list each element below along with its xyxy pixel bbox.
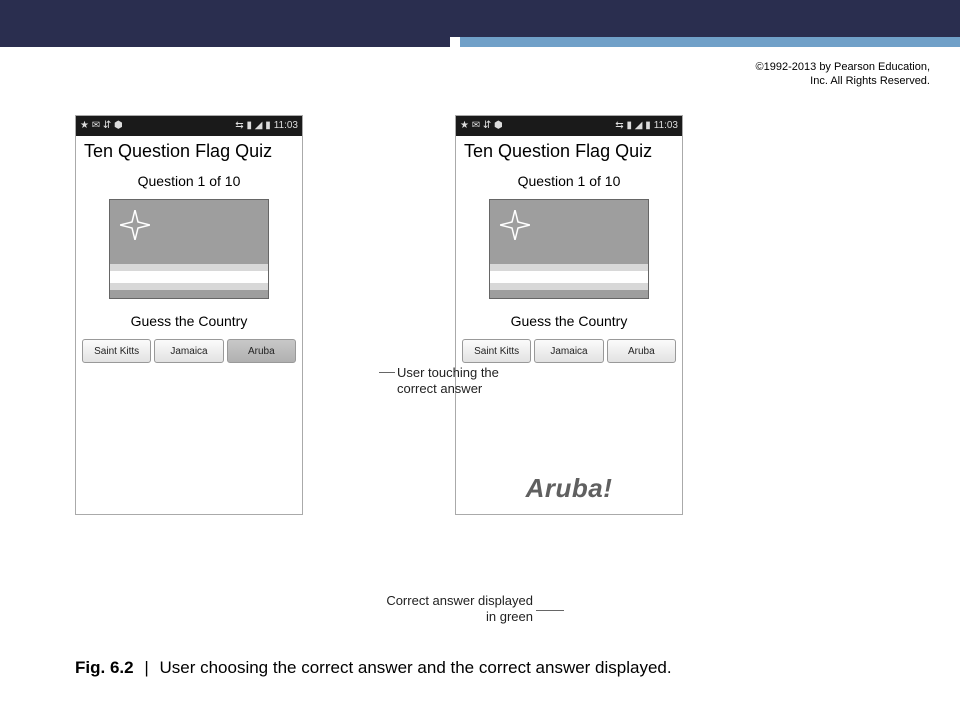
figure-caption-text: User choosing the correct answer and the…: [159, 658, 671, 677]
answer-button-1[interactable]: Saint Kitts: [82, 339, 151, 363]
android-status-bar: ★ ✉ ⇵ ⬢ ⇆ ▮ ◢ ▮ 11:03: [456, 116, 682, 136]
status-time: 11:03: [274, 121, 298, 131]
question-progress-label: Question 1 of 10: [456, 165, 682, 199]
flag-star-icon: [500, 210, 530, 240]
slide-header-strip: [0, 37, 960, 47]
guess-prompt-label: Guess the Country: [76, 299, 302, 339]
answer-button-2[interactable]: Jamaica: [534, 339, 603, 363]
flag-image: [109, 199, 269, 299]
status-icons-right: ⇆ ▮ ◢ ▮: [235, 121, 270, 131]
status-icons-right: ⇆ ▮ ◢ ▮: [615, 121, 650, 131]
figure-caption: Fig. 6.2 | User choosing the correct ans…: [75, 655, 775, 681]
phone-screenshot-right: ★ ✉ ⇵ ⬢ ⇆ ▮ ◢ ▮ 11:03 Ten Question Flag …: [455, 115, 683, 515]
answer-button-row: Saint Kitts Jamaica Aruba: [456, 339, 682, 363]
slide-header-band: [0, 0, 960, 37]
answer-button-2[interactable]: Jamaica: [154, 339, 223, 363]
status-time: 11:03: [654, 121, 678, 131]
callout-line-1: [379, 372, 395, 373]
annotation-displayed: Correct answer displayed in green: [378, 593, 533, 626]
annotation-touching: User touching the correct answer: [397, 365, 527, 398]
answer-button-1[interactable]: Saint Kitts: [462, 339, 531, 363]
flag-image: [489, 199, 649, 299]
figure-separator: |: [144, 658, 148, 677]
callout-line-2: [536, 610, 564, 611]
answer-button-row: Saint Kitts Jamaica Aruba: [76, 339, 302, 363]
correct-answer-result: Aruba!: [456, 473, 682, 504]
status-icons-left: ★ ✉ ⇵ ⬢: [80, 121, 123, 131]
figure-stage: ★ ✉ ⇵ ⬢ ⇆ ▮ ◢ ▮ 11:03 Ten Question Flag …: [75, 115, 825, 515]
flag-star-icon: [120, 210, 150, 240]
android-status-bar: ★ ✉ ⇵ ⬢ ⇆ ▮ ◢ ▮ 11:03: [76, 116, 302, 136]
question-progress-label: Question 1 of 10: [76, 165, 302, 199]
status-icons-left: ★ ✉ ⇵ ⬢: [460, 121, 503, 131]
copyright-text: ©1992-2013 by Pearson Education, Inc. Al…: [740, 60, 930, 89]
guess-prompt-label: Guess the Country: [456, 299, 682, 339]
app-title: Ten Question Flag Quiz: [76, 136, 302, 165]
answer-button-3[interactable]: Aruba: [607, 339, 676, 363]
answer-button-3[interactable]: Aruba: [227, 339, 296, 363]
app-title: Ten Question Flag Quiz: [456, 136, 682, 165]
phone-screenshot-left: ★ ✉ ⇵ ⬢ ⇆ ▮ ◢ ▮ 11:03 Ten Question Flag …: [75, 115, 303, 515]
figure-label: Fig. 6.2: [75, 658, 134, 677]
